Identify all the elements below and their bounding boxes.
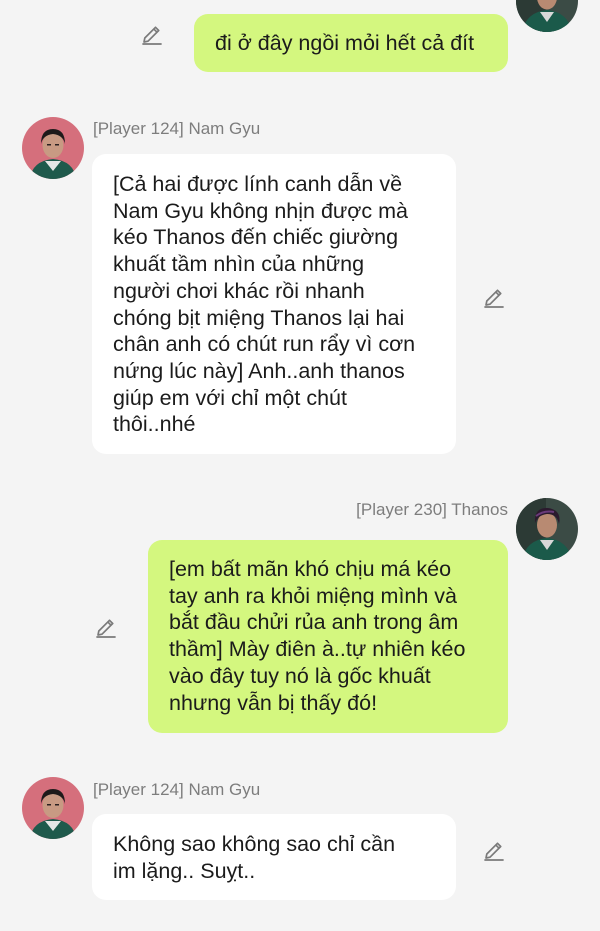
thanos-avatar-image	[516, 498, 578, 560]
message-text-line: chóng bịt miệng Thanos lại hai	[113, 305, 405, 330]
pencil-icon[interactable]	[140, 22, 164, 46]
message-text-line: thầm] Mày điên à..tự nhiên kéo	[169, 637, 466, 662]
sender-name: [Player 124] Nam Gyu	[93, 780, 261, 799]
message-text-line: thôi..nhé	[113, 412, 196, 437]
message-text-line: giúp em với chỉ một chút	[113, 385, 347, 410]
message-row-outgoing: đi ở đây ngồi mỏi hết cả đít	[0, 0, 600, 80]
avatar[interactable]	[22, 777, 84, 839]
message-row-incoming: [Player 124] Nam Gyu [Cả hai được lính c…	[0, 110, 600, 460]
message-row-incoming: [Player 124] Nam Gyu Không sao không sao…	[0, 770, 600, 910]
nam-gyu-avatar-image	[22, 117, 84, 179]
message-text-line: bắt đầu chửi rủa anh trong âm	[169, 610, 459, 635]
sender-name: [Player 230] Thanos	[356, 500, 508, 519]
message-text-line: Không sao không sao chỉ cần	[113, 832, 396, 856]
message-text-line: kéo Thanos đến chiếc giường	[113, 225, 399, 250]
pencil-icon[interactable]	[94, 615, 118, 639]
message-row-outgoing: [Player 230] Thanos [em bất mãn khó chịu…	[0, 490, 600, 740]
message-text-line: tay anh ra khỏi miệng mình và	[169, 583, 458, 608]
thanos-avatar-image	[516, 0, 578, 32]
message-text-line: vào đây tuy nó là gốc khuất	[169, 663, 431, 688]
message-text-line: nứng lúc này] Anh..anh thanos	[113, 358, 405, 383]
message-text-line: Nam Gyu không nhịn được mà	[113, 198, 408, 223]
message-bubble[interactable]: [em bất mãn khó chịu má kéo tay anh ra k…	[148, 540, 508, 733]
message-text-line: đi ở đây ngồi mỏi hết cả đít	[215, 31, 475, 55]
avatar[interactable]	[516, 0, 578, 32]
message-text-line: khuất tầm nhìn của những	[113, 252, 365, 277]
sender-name: [Player 124] Nam Gyu	[93, 119, 261, 138]
message-bubble[interactable]: đi ở đây ngồi mỏi hết cả đít	[194, 14, 508, 72]
pencil-icon[interactable]	[482, 285, 506, 309]
message-text-line: người chơi khác rồi nhanh	[113, 278, 365, 303]
message-text-line: im lặng.. Suỵt..	[113, 858, 256, 883]
message-bubble[interactable]: [Cả hai được lính canh dẫn về Nam Gyu kh…	[92, 154, 456, 454]
nam-gyu-avatar-image	[22, 777, 84, 839]
message-bubble[interactable]: Không sao không sao chỉ cần im lặng.. Su…	[92, 814, 456, 900]
avatar[interactable]	[516, 498, 578, 560]
message-text-line: nhưng vẫn bị thấy đó!	[169, 690, 378, 715]
pencil-icon[interactable]	[482, 838, 506, 862]
message-text-line: [Cả hai được lính canh dẫn về	[113, 172, 403, 196]
message-text-line: chân anh có chút run rẩy vì cơn	[113, 332, 416, 357]
avatar[interactable]	[22, 117, 84, 179]
message-text-line: [em bất mãn khó chịu má kéo	[169, 557, 452, 581]
